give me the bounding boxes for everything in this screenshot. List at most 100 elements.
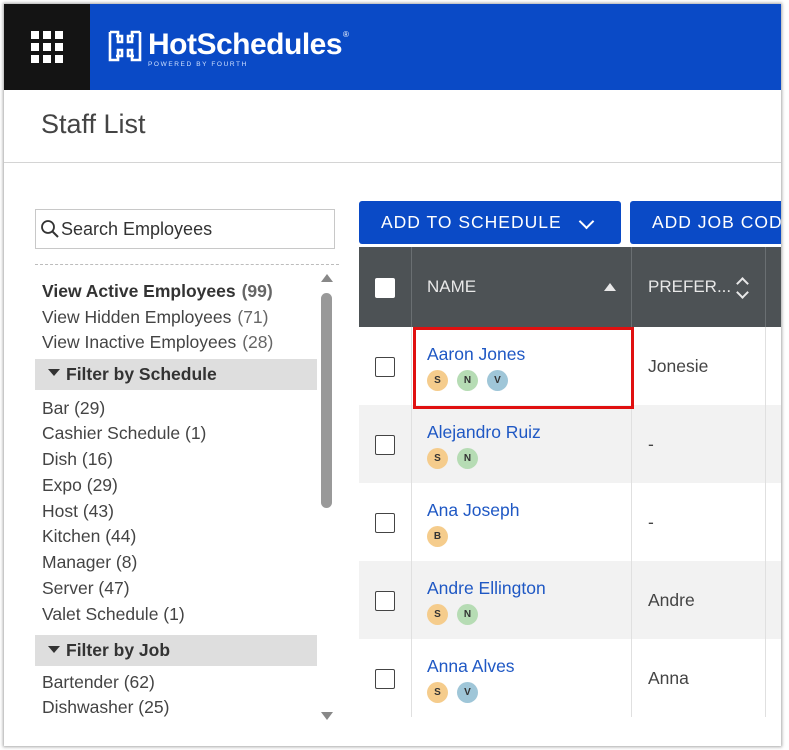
section-title: Filter by Schedule	[66, 363, 217, 384]
row-select-cell	[359, 483, 412, 561]
hotschedules-logo[interactable]: HotSchedules ® POWERED BY FOURTH	[108, 28, 349, 68]
schedule-badge: S	[427, 370, 448, 391]
employee-name-link[interactable]: Ana Joseph	[427, 500, 519, 521]
search-box[interactable]	[35, 209, 335, 249]
view-count: (99)	[241, 281, 273, 301]
select-all-cell	[359, 247, 412, 327]
staff-table: NAME PREFER... Aaron Jones S N V Jonesie	[359, 247, 781, 746]
schedule-badges: S V	[427, 682, 487, 703]
row-checkbox[interactable]	[375, 669, 395, 689]
caret-down-icon	[48, 369, 60, 377]
schedule-filter-item[interactable]: Bar (29)	[35, 396, 317, 422]
table-row: Alejandro Ruiz S N -	[359, 405, 781, 483]
filter-divider	[35, 264, 339, 265]
search-input[interactable]	[61, 218, 321, 240]
employee-name-link[interactable]: Alejandro Ruiz	[427, 422, 541, 443]
employee-name-link[interactable]: Anna Alves	[427, 656, 515, 677]
row-select-cell	[359, 405, 412, 483]
schedule-filter-item[interactable]: Manager (8)	[35, 550, 317, 576]
schedule-badge: S	[427, 604, 448, 625]
table-row: Ana Joseph B -	[359, 483, 781, 561]
search-icon	[41, 220, 59, 238]
schedule-badge: B	[427, 526, 448, 547]
apps-menu-button[interactable]	[4, 4, 90, 90]
schedule-badge: N	[457, 370, 478, 391]
caret-down-icon	[48, 645, 60, 653]
select-all-checkbox[interactable]	[375, 278, 395, 298]
schedule-badge: S	[427, 448, 448, 469]
scroll-up-arrow-icon[interactable]	[321, 274, 333, 282]
view-active-employees[interactable]: View Active Employees (99)	[35, 279, 317, 305]
logo-subtitle: POWERED BY FOURTH	[148, 61, 248, 68]
chevron-down-icon	[578, 213, 595, 230]
add-to-schedule-button[interactable]: ADD TO SCHEDULE	[359, 201, 621, 244]
schedule-filter-item[interactable]: Server (47)	[35, 576, 317, 602]
apps-grid-icon	[31, 31, 63, 63]
sort-toggle-icon	[736, 275, 750, 301]
view-count: (71)	[237, 306, 269, 327]
row-checkbox[interactable]	[375, 513, 395, 533]
add-job-code-button[interactable]: ADD JOB COD	[630, 201, 781, 244]
column-preferred-label: PREFER...	[648, 277, 732, 296]
title-divider	[4, 162, 781, 163]
filter-scrollbar[interactable]	[317, 272, 335, 722]
schedule-badge: V	[487, 370, 508, 391]
filter-by-schedule-toggle[interactable]: Filter by Schedule	[35, 358, 317, 390]
schedule-badge: N	[457, 604, 478, 625]
preferred-name-cell: Anna	[632, 639, 766, 717]
schedule-badges: S N	[427, 604, 487, 625]
schedule-badges: S N V	[427, 370, 517, 391]
preferred-name-cell: Andre	[632, 561, 766, 639]
preferred-name-cell: -	[632, 483, 766, 561]
column-header-name[interactable]: NAME	[412, 247, 632, 327]
schedule-filter-item[interactable]: Expo (29)	[35, 473, 317, 499]
view-label: View Hidden Employees	[42, 306, 232, 327]
table-header: NAME PREFER...	[359, 247, 781, 327]
name-cell: Andre Ellington S N	[412, 561, 632, 639]
row-checkbox[interactable]	[375, 435, 395, 455]
hotschedules-mark-icon	[108, 30, 142, 62]
schedule-filter-item[interactable]: Kitchen (44)	[35, 524, 317, 550]
filter-by-job-toggle[interactable]: Filter by Job	[35, 634, 317, 666]
row-select-cell	[359, 639, 412, 717]
employee-name-link[interactable]: Andre Ellington	[427, 578, 546, 599]
row-select-cell	[359, 561, 412, 639]
name-cell: Alejandro Ruiz S N	[412, 405, 632, 483]
preferred-name-cell: Jonesie	[632, 327, 766, 405]
schedule-filter-item[interactable]: Valet Schedule (1)	[35, 602, 317, 628]
scrollbar-thumb[interactable]	[321, 293, 332, 508]
schedule-badge: N	[457, 448, 478, 469]
table-row: Anna Alves S V Anna	[359, 639, 781, 717]
name-cell: Anna Alves S V	[412, 639, 632, 717]
schedule-badge: V	[457, 682, 478, 703]
table-row: Aaron Jones S N V Jonesie	[359, 327, 781, 405]
add-to-schedule-label: ADD TO SCHEDULE	[381, 212, 562, 232]
column-header-preferred[interactable]: PREFER...	[632, 247, 766, 327]
add-job-code-label: ADD JOB COD	[652, 212, 781, 232]
registered-mark: ®	[343, 30, 349, 39]
view-hidden-employees[interactable]: View Hidden Employees (71)	[35, 305, 317, 331]
schedule-badges: S N	[427, 448, 487, 469]
schedule-filter-item[interactable]: Host (43)	[35, 499, 317, 525]
view-label: View Active Employees	[42, 281, 236, 301]
schedule-badges: B	[427, 526, 457, 547]
schedule-badge: S	[427, 682, 448, 703]
view-inactive-employees[interactable]: View Inactive Employees (28)	[35, 330, 317, 356]
logo-text: HotSchedules	[148, 28, 343, 61]
job-filter-item[interactable]: Dishwasher (25)	[35, 695, 317, 721]
page-title: Staff List	[41, 109, 146, 139]
filter-panel: View Active Employees (99) View Hidden Em…	[35, 279, 317, 721]
row-checkbox[interactable]	[375, 591, 395, 611]
job-filter-item[interactable]: Bartender (62)	[35, 670, 317, 696]
row-checkbox[interactable]	[375, 357, 395, 377]
employee-name-link[interactable]: Aaron Jones	[427, 344, 525, 365]
scroll-down-arrow-icon[interactable]	[321, 712, 333, 720]
column-name-label: NAME	[427, 277, 477, 296]
name-cell: Aaron Jones S N V	[412, 327, 632, 405]
preferred-name-cell: -	[632, 405, 766, 483]
sort-ascending-icon	[604, 283, 616, 291]
view-count: (28)	[242, 332, 274, 352]
top-bar: HotSchedules ® POWERED BY FOURTH	[4, 4, 781, 90]
schedule-filter-item[interactable]: Cashier Schedule (1)	[35, 421, 317, 447]
schedule-filter-item[interactable]: Dish (16)	[35, 447, 317, 473]
